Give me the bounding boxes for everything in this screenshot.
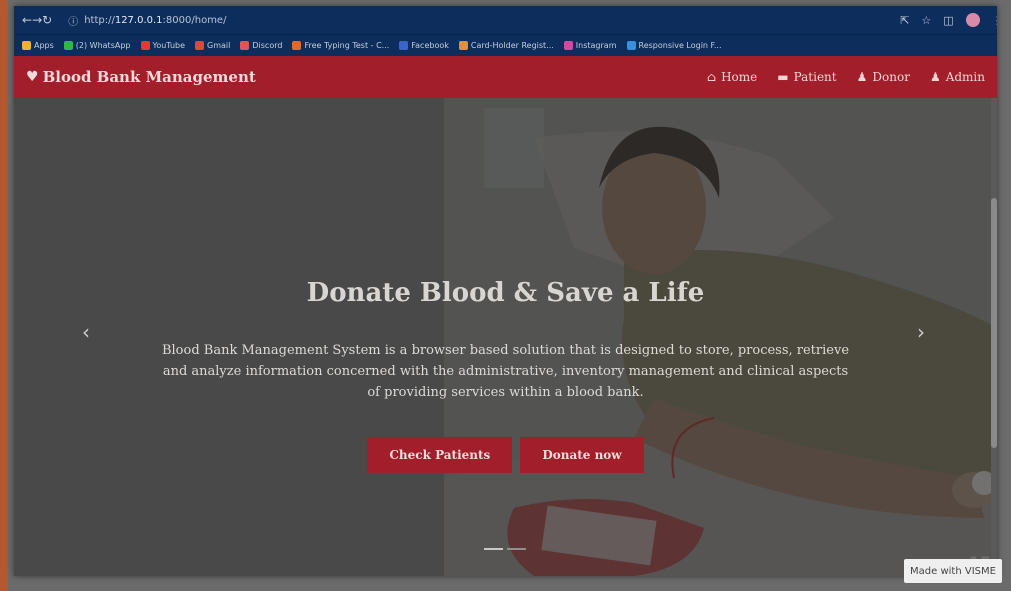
hero-description: Blood Bank Management System is a browse…	[161, 343, 850, 400]
bookmark-label: Responsive Login F...	[638, 41, 722, 50]
hero-title: Donate Blood & Save a Life	[306, 278, 705, 308]
instagram-icon	[563, 41, 573, 50]
carousel-indicator-1[interactable]	[484, 548, 503, 550]
carousel-indicators	[484, 548, 526, 550]
bookmark-label: Free Typing Test - C...	[304, 41, 390, 50]
bookmark-item[interactable]: Apps	[22, 41, 54, 50]
side-panel-icon[interactable]: ◫	[943, 14, 953, 27]
bookmark-item[interactable]: Gmail	[195, 41, 230, 50]
hero-buttons: Check Patients Donate now	[14, 437, 997, 473]
nav-donor[interactable]: ♟ Donor	[857, 70, 910, 84]
facebook-icon	[399, 41, 409, 50]
nav-home[interactable]: ⌂ Home	[707, 70, 757, 84]
bookmark-item[interactable]: Discord	[240, 41, 282, 50]
url-prefix: http://	[84, 14, 115, 26]
nav-admin-label: Admin	[945, 70, 985, 84]
user-icon: ♟	[856, 70, 868, 84]
bookmarks-bar: Apps (2) WhatsApp YouTube Gmail Discord Free …	[14, 34, 997, 56]
brand-link[interactable]: ♥ Blood Bank Management	[26, 68, 256, 86]
user-cog-icon: ♟	[929, 70, 941, 84]
apps-grid-icon	[22, 41, 31, 50]
browser-address-bar: ← → ↻ ⓘ http://127.0.0.1:8000/home/ ⇱ ☆ …	[14, 6, 997, 34]
bookmark-item[interactable]: Responsive Login F...	[626, 41, 722, 50]
card-holder-icon	[458, 41, 468, 50]
whatsapp-icon	[63, 41, 73, 50]
bookmark-label: YouTube	[152, 41, 186, 50]
nav-links: ⌂ Home ▬ Patient ♟ Donor ♟ Admin	[707, 70, 985, 84]
bookmark-item[interactable]: Free Typing Test - C...	[292, 41, 389, 50]
bookmark-label: Card-Holder Regist...	[470, 41, 554, 50]
nav-patient[interactable]: ▬ Patient	[777, 70, 836, 84]
scrollbar-thumb[interactable]	[991, 198, 997, 448]
typing-test-icon	[292, 41, 302, 50]
bookmark-item[interactable]: Instagram	[563, 41, 617, 50]
heart-icon: ♥	[26, 69, 39, 85]
bookmark-label: (2) WhatsApp	[75, 41, 131, 50]
site-navbar: ♥ Blood Bank Management ⌂ Home ▬ Patient…	[14, 56, 997, 98]
bookmark-label: Apps	[34, 41, 54, 50]
bookmark-item[interactable]: (2) WhatsApp	[63, 41, 131, 50]
page-scrollbar[interactable]	[991, 98, 997, 576]
home-icon: ⌂	[706, 70, 717, 84]
reload-icon[interactable]: ↻	[42, 13, 52, 27]
bookmark-label: Facebook	[411, 41, 449, 50]
browser-window: ← → ↻ ⓘ http://127.0.0.1:8000/home/ ⇱ ☆ …	[14, 6, 997, 576]
profile-avatar[interactable]	[965, 13, 980, 27]
bookmark-item[interactable]: Facebook	[399, 41, 449, 50]
nav-admin[interactable]: ♟ Admin	[930, 70, 985, 84]
nav-home-label: Home	[721, 70, 758, 84]
star-bookmark-icon[interactable]: ☆	[921, 14, 931, 27]
brand-label: Blood Bank Management	[42, 68, 256, 86]
youtube-icon	[140, 41, 150, 50]
bookmark-item[interactable]: YouTube	[140, 41, 186, 50]
responsive-login-icon	[626, 41, 636, 50]
bed-icon: ▬	[777, 70, 789, 84]
left-edge-strip	[0, 0, 8, 591]
nav-patient-label: Patient	[793, 70, 837, 84]
url-host: 127.0.0.1	[114, 14, 163, 26]
info-icon[interactable]: ⓘ	[68, 13, 78, 28]
carousel-indicator-2[interactable]	[507, 548, 526, 550]
bookmark-label: Discord	[252, 41, 283, 50]
donate-now-button[interactable]: Donate now	[520, 437, 644, 473]
menu-kebab-icon[interactable]: ⋮	[992, 14, 997, 27]
back-arrow-icon[interactable]: ←	[22, 13, 32, 27]
url-field[interactable]: ⓘ http://127.0.0.1:8000/home/	[60, 10, 900, 30]
hero-carousel: ‹ › Donate Blood & Save a Life Blood Ban…	[14, 98, 997, 576]
gmail-icon	[195, 41, 205, 50]
bookmark-item[interactable]: Card-Holder Regist...	[458, 41, 554, 50]
bookmark-label: Instagram	[575, 41, 617, 50]
forward-arrow-icon[interactable]: →	[32, 13, 42, 27]
bookmark-label: Gmail	[207, 41, 231, 50]
url-path: :8000/home/	[162, 14, 227, 26]
discord-icon	[240, 41, 250, 50]
check-patients-button[interactable]: Check Patients	[367, 437, 513, 473]
hero-caption: Donate Blood & Save a Life Blood Bank Ma…	[14, 278, 997, 473]
nav-donor-label: Donor	[872, 70, 910, 84]
visme-badge[interactable]: Made with VISME	[904, 559, 1002, 583]
share-icon[interactable]: ⇱	[900, 14, 909, 27]
